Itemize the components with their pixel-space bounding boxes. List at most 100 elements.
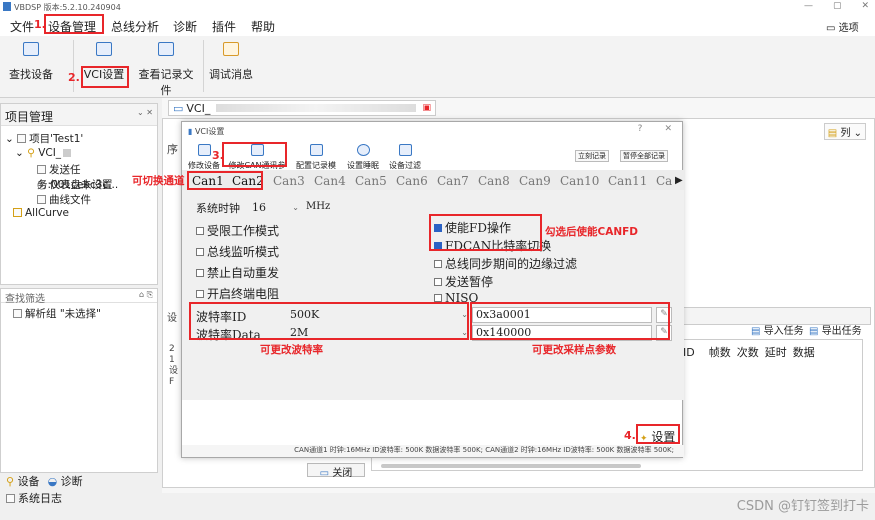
filter-panel-title: 查找筛选 [5, 294, 45, 305]
checkbox[interactable] [196, 227, 204, 235]
scrollbar[interactable] [381, 464, 641, 468]
note-change-sample: 可更改采样点参数 [532, 344, 616, 356]
sleep-button[interactable]: 设置睡眠 [346, 144, 380, 171]
project-panel-title: 项目管理 [5, 110, 54, 124]
highlight-vci-settings [81, 66, 129, 88]
tree-all-curve[interactable]: AllCurve [13, 207, 69, 219]
menu-file[interactable]: 文件 [10, 18, 34, 35]
checkbox[interactable] [196, 290, 204, 298]
filter-item-label: 解析组 "未选择" [25, 308, 101, 320]
note-enable-fd: 勾选后使能CANFD [545, 226, 639, 238]
menu-bus-analysis[interactable]: 总线分析 [111, 18, 159, 35]
option-restricted-mode[interactable]: 受限工作模式 [196, 222, 279, 239]
log-icon [6, 494, 15, 503]
vci-settings-icon [96, 42, 112, 56]
folder-icon [17, 134, 27, 143]
find-device-icon [23, 42, 39, 56]
tree-device[interactable]: ⌄ ⚲ VCI_ [15, 147, 72, 159]
app-logo-icon [3, 2, 11, 11]
tree-curve-file[interactable]: 曲线文件 [37, 192, 91, 207]
tab-can11[interactable]: Can11 [608, 174, 647, 188]
doc-tab-label: VCI_ [186, 101, 211, 115]
side-chars: 21设F [169, 344, 179, 387]
menu-help[interactable]: 帮助 [251, 18, 275, 35]
maximize-button[interactable]: ▢ [833, 1, 842, 11]
tab-can6[interactable]: Can6 [396, 174, 428, 188]
step-2-label: 2. [68, 71, 80, 84]
group-icon [13, 309, 22, 318]
option-bus-monitor[interactable]: 总线监听模式 [196, 243, 279, 260]
checkbox[interactable] [196, 269, 204, 277]
find-device-button[interactable]: 查找设备 [8, 42, 54, 82]
meter-label: 仪表盘未设置 [49, 179, 113, 191]
minimize-button[interactable]: — [804, 1, 813, 11]
pause-all-records-button[interactable]: 暂停全部记录 [620, 150, 668, 162]
view-record-files-button[interactable]: 查看记录文件 [134, 42, 198, 98]
option-tx-pause[interactable]: 发送暂停 [434, 273, 493, 290]
tab-can7[interactable]: Can7 [437, 174, 469, 188]
project-label: 项目'Test1' [29, 133, 84, 145]
tab-can5[interactable]: Can5 [355, 174, 387, 188]
tab-diagnostics[interactable]: ◒ 诊断 [48, 473, 83, 489]
col-count: 次数 [736, 346, 759, 359]
highlight-sample-point [470, 302, 670, 340]
sleep-icon [356, 144, 370, 156]
tab-can9[interactable]: Can9 [519, 174, 551, 188]
side-char: 序 [167, 143, 178, 156]
close-tab-icon[interactable]: ▣ [422, 103, 431, 113]
folder-icon [13, 208, 22, 217]
menu-bar: 文件 设备管理 总线分析 诊断 插件 帮助 ▭ 选项 [0, 14, 875, 36]
tab-can3[interactable]: Can3 [273, 174, 305, 188]
tab-can8[interactable]: Can8 [478, 174, 510, 188]
filter-item[interactable]: 解析组 "未选择" [13, 306, 101, 321]
record-files-icon [158, 42, 174, 56]
export-task-button[interactable]: ▤ 导出任务 [809, 322, 862, 337]
clock-unit: MHz [306, 201, 331, 212]
project-panel: 项目管理 ⌄ ✕ ⌄ 项目'Test1' ⌄ ⚲ VCI_ 发送任务:001ceb… [0, 103, 158, 285]
bottom-tab-bar: ⚲ 设备 ◒ 诊断 [0, 473, 158, 489]
tab-can4[interactable]: Can4 [314, 174, 346, 188]
ribbon-toolbar: 查找设备 VCI设置 查看记录文件 调试消息 [0, 36, 875, 98]
option-edge-filter[interactable]: 总线同步期间的边缘过滤 [434, 255, 577, 272]
option-termination-resistor[interactable]: 开启终端电阻 [196, 285, 279, 302]
menu-plugins[interactable]: 插件 [212, 18, 236, 35]
title-bar: VBDSP 版本:5.2.10.240904 — ▢ ✕ [0, 0, 875, 14]
tab-can12[interactable]: Ca [656, 174, 672, 188]
dialog-close-button[interactable]: ✕ [664, 124, 672, 134]
doc-icon: ▭ [173, 101, 184, 115]
device-filter-button[interactable]: 设备过滤 [388, 144, 422, 171]
watermark: CSDN @钉钉签到打卡 [736, 499, 869, 514]
col-frames: 帧数 [708, 346, 731, 359]
clock-select[interactable]: 16 ⌄ [248, 200, 300, 216]
checkbox[interactable] [434, 294, 442, 302]
curve-icon [37, 195, 46, 204]
options-menu[interactable]: ▭ 选项 [826, 19, 859, 34]
dialog-help-button[interactable]: ? [638, 124, 643, 134]
tab-can10[interactable]: Can10 [560, 174, 599, 188]
close-button[interactable]: ▭ 关闭 [307, 463, 365, 479]
checkbox[interactable] [434, 278, 442, 286]
task-table-header: ID 帧数 次数 延时 数据 [683, 344, 815, 360]
tree-meter[interactable]: ◎ 仪表盘未设置 [37, 177, 113, 192]
highlight-device-management [44, 14, 104, 34]
tree-project[interactable]: ⌄ 项目'Test1' [5, 131, 83, 146]
close-window-button[interactable]: ✕ [861, 1, 869, 11]
menu-diagnostics[interactable]: 诊断 [173, 18, 197, 35]
highlight-baud-rate [189, 302, 469, 340]
edit-device-icon [197, 144, 211, 156]
record-now-button[interactable]: 立刻记录 [575, 150, 609, 162]
filter-icon [398, 144, 412, 156]
checkbox[interactable] [434, 260, 442, 268]
tab-device[interactable]: ⚲ 设备 [6, 473, 40, 489]
debug-messages-button[interactable]: 调试消息 [209, 42, 253, 82]
checkbox[interactable] [196, 248, 204, 256]
filter-panel-header: 查找筛选 ⌂ ⎘ [1, 289, 157, 305]
option-no-auto-retransmit[interactable]: 禁止自动重发 [196, 264, 279, 281]
options-label: 选项 [838, 23, 859, 34]
import-task-button[interactable]: ▤ 导入任务 [751, 322, 804, 337]
columns-button[interactable]: ▤ 列 ⌄ [823, 123, 866, 140]
system-log-tab[interactable]: 系统日志 [6, 490, 62, 506]
tab-scroll-right-icon[interactable]: ▶ [675, 175, 683, 186]
doc-tab[interactable]: ▭ VCI_ ▣ [168, 100, 436, 116]
curve-file-label: 曲线文件 [49, 194, 91, 206]
